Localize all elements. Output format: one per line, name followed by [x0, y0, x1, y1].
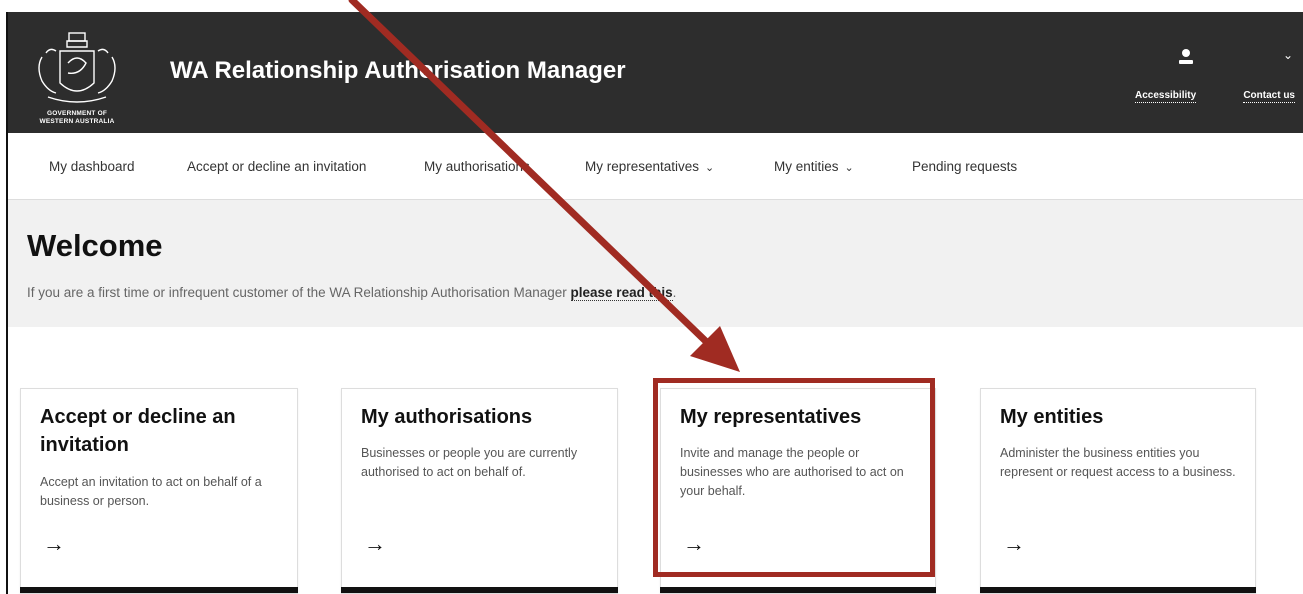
main-nav: My dashboard Accept or decline an invita… [8, 133, 1303, 200]
page-frame: GOVERNMENT OF WESTERN AUSTRALIA WA Relat… [6, 12, 1303, 594]
welcome-banner: Welcome If you are a first time or infre… [8, 200, 1303, 327]
nav-my-entities-label: My entities [774, 159, 839, 174]
annotation-highlight-box [653, 378, 935, 577]
card-bottom-bar [660, 587, 936, 593]
welcome-intro-text: If you are a first time or infrequent cu… [27, 285, 571, 300]
nav-my-authorisations[interactable]: My authorisations [424, 159, 530, 174]
site-header: GOVERNMENT OF WESTERN AUSTRALIA WA Relat… [8, 12, 1303, 133]
please-read-this-link[interactable]: please read this [570, 285, 673, 301]
arrow-right-icon[interactable]: → [43, 531, 65, 557]
chevron-down-icon: ⌄ [705, 162, 715, 174]
card-title: Accept or decline an invitation [40, 406, 236, 456]
card-bottom-bar [341, 587, 618, 593]
card-title: My entities [1000, 406, 1104, 428]
card-description: Administer the business entities you rep… [1000, 446, 1236, 479]
welcome-intro-trailing: . [672, 285, 677, 300]
nav-my-representatives[interactable]: My representatives ⌄ [585, 159, 714, 174]
arrow-right-icon[interactable]: → [1003, 531, 1025, 557]
app-title[interactable]: WA Relationship Authorisation Manager [170, 57, 626, 85]
card-title: My authorisations [361, 406, 533, 428]
card-description: Businesses or people you are currently a… [361, 446, 578, 479]
nav-my-entities[interactable]: My entities ⌄ [774, 159, 854, 174]
user-icon[interactable] [1177, 48, 1195, 66]
card-my-authorisations[interactable]: My authorisations Businesses or people y… [341, 388, 618, 594]
welcome-heading: Welcome [27, 228, 163, 263]
card-bottom-bar [20, 587, 298, 593]
nav-pending-requests[interactable]: Pending requests [912, 159, 1017, 174]
accessibility-link[interactable]: Accessibility [1135, 90, 1197, 103]
utility-menu: ⌄ Accessibility Contact us [1135, 44, 1295, 104]
crest-caption-line1: GOVERNMENT OF [46, 110, 108, 117]
account-chevron-down-icon[interactable]: ⌄ [1283, 48, 1293, 62]
nav-my-representatives-label: My representatives [585, 159, 700, 174]
card-my-entities[interactable]: My entities Administer the business enti… [980, 388, 1256, 594]
card-bottom-bar [980, 587, 1256, 593]
contact-us-link[interactable]: Contact us [1243, 90, 1295, 103]
card-description: Accept an invitation to act on behalf of… [40, 475, 262, 508]
crest-caption: GOVERNMENT OF WESTERN AUSTRALIA [22, 110, 132, 126]
arrow-right-icon[interactable]: → [364, 531, 386, 557]
welcome-intro: If you are a first time or infrequent cu… [27, 285, 677, 301]
nav-my-dashboard[interactable]: My dashboard [49, 159, 135, 174]
chevron-down-icon: ⌄ [844, 162, 854, 174]
nav-accept-decline-invitation[interactable]: Accept or decline an invitation [187, 159, 366, 174]
crest-caption-line2: WESTERN AUSTRALIA [39, 118, 115, 125]
card-accept-decline-invitation[interactable]: Accept or decline an invitation Accept a… [20, 388, 298, 594]
